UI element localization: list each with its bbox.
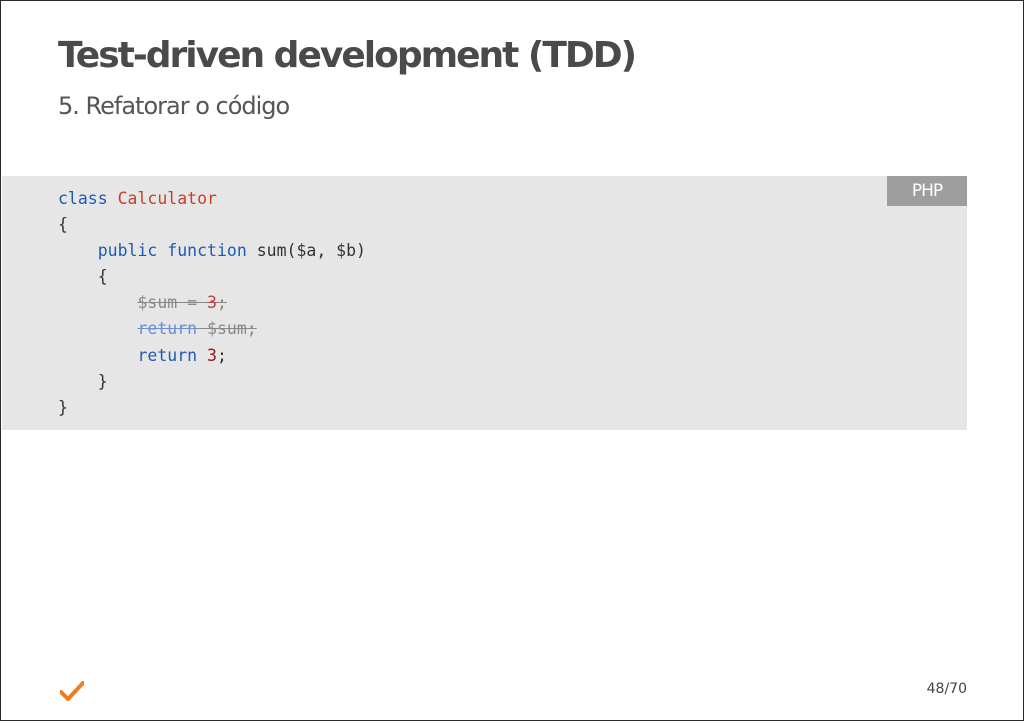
- code-token: return: [137, 319, 198, 339]
- code-line: }: [58, 369, 366, 395]
- code-token: $sum =: [137, 293, 208, 313]
- code-line: }: [58, 395, 366, 421]
- code-token: function: [167, 241, 247, 261]
- code-token: sum($a, $b): [246, 241, 366, 261]
- code-token: class: [58, 189, 108, 208]
- code-token: ;: [216, 345, 227, 365]
- code-token: 3: [207, 293, 217, 313]
- code-line: public function sum($a, $b): [58, 238, 366, 264]
- code-listing: class Calculator { public function sum($a…: [58, 186, 366, 421]
- code-line: {: [58, 264, 366, 290]
- code-line: {: [58, 212, 366, 238]
- code-block: PHP class Calculator { public function su…: [2, 176, 967, 430]
- page-number: 48/70: [926, 681, 967, 697]
- code-line: $sum = 3;: [58, 290, 366, 316]
- code-token: return: [137, 345, 198, 365]
- code-line: class Calculator: [58, 186, 366, 212]
- slide-title: Test-driven development (TDD): [58, 35, 637, 76]
- language-badge: PHP: [887, 176, 967, 206]
- code-line: return $sum;: [58, 316, 366, 342]
- code-token: {: [97, 267, 108, 287]
- code-line: return 3;: [58, 343, 366, 369]
- checkmark-icon: [60, 681, 84, 701]
- code-token: ;: [216, 293, 227, 313]
- slide-subtitle: 5. Refatorar o código: [58, 92, 290, 120]
- code-token: Calculator: [117, 189, 217, 208]
- code-token: public: [97, 241, 158, 261]
- code-token: }: [58, 397, 68, 417]
- code-token: }: [97, 371, 108, 391]
- slide: Test-driven development (TDD) 5. Refator…: [0, 0, 1024, 721]
- code-token: {: [58, 215, 68, 235]
- code-token: $sum;: [197, 319, 257, 339]
- code-token: 3: [207, 345, 217, 365]
